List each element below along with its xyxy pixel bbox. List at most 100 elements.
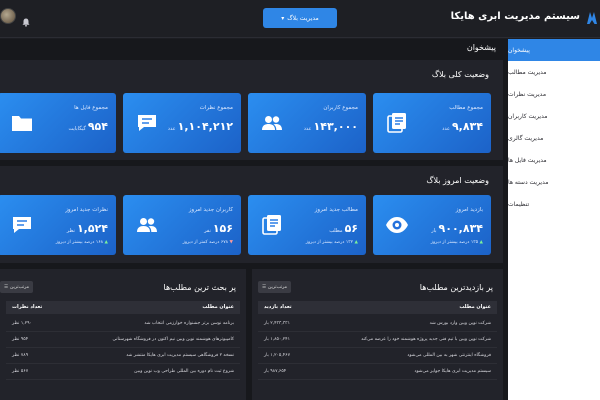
card-label: مجموع فایل ها bbox=[74, 105, 108, 111]
table-header: عنوان مطلب تعداد بازدید bbox=[258, 301, 497, 314]
card-value: ۱,۱۰۴,۲۱۲عدد bbox=[167, 120, 233, 133]
most-viewed-panel: پر بازدیدترین مطلب‌ها ☰ مرتب‌ترین عنوان … bbox=[252, 269, 503, 400]
row-count: ۲,۴۳۳,۳۳۱ بار bbox=[264, 321, 291, 326]
sidebar-item-label: تنظیمات bbox=[508, 200, 530, 208]
sidebar-item-label: مدیریت فایل ها bbox=[508, 156, 547, 164]
row-count: ۷۸۹ نظر bbox=[12, 353, 29, 358]
total-comments-card: مجموع نظرات ۱,۱۰۴,۲۱۲عدد bbox=[123, 93, 241, 153]
table-row[interactable]: شرکت نوین وبین وارد بورس شد ۲,۴۳۳,۳۳۱ با… bbox=[258, 316, 497, 332]
today-status-title: وضعیت امروز بلاگ bbox=[426, 176, 489, 185]
eye-icon bbox=[385, 213, 409, 237]
row-title: سیستم مدیریت ابری هایکا جوایز می‌شود bbox=[414, 369, 491, 374]
blog-select-label: مدیریت بلاگ bbox=[287, 14, 319, 22]
document-stack-icon bbox=[385, 111, 409, 135]
row-title: نسخه ۲ فروشگاهی سیستم مدیریت ابری هایکا … bbox=[126, 353, 234, 358]
table-header: عنوان مطلب تعداد نظرات bbox=[6, 301, 240, 314]
card-value: ۱۴۳,۰۰۰عدد bbox=[303, 120, 358, 133]
bell-icon[interactable] bbox=[22, 12, 30, 27]
sidebar-item-posts[interactable]: مدیریت مطالب bbox=[508, 61, 600, 83]
card-trend-text: ▲ ۱۶۸ درصد بیشتر از دیروز bbox=[55, 240, 108, 245]
avatar[interactable] bbox=[0, 8, 16, 24]
row-count: ۹۵۴ نظر bbox=[12, 337, 29, 342]
sidebar-item-settings[interactable]: تنظیمات bbox=[508, 193, 600, 215]
row-count: ۵۶۷ نظر bbox=[12, 369, 29, 374]
table-row[interactable]: سیستم مدیریت ابری هایکا جوایز می‌شود ۹۸۷… bbox=[258, 364, 497, 380]
row-count: ۱,۸۵۰,۲۴۱ بار bbox=[264, 337, 291, 342]
blog-select-button[interactable]: ▾ مدیریت بلاگ bbox=[263, 8, 337, 28]
sort-icon: ☰ bbox=[262, 284, 267, 290]
most-viewed-title: پر بازدیدترین مطلب‌ها bbox=[419, 283, 493, 292]
table-row[interactable]: شرکت نوین وبین با تیم فنی جدید پروژه هوش… bbox=[258, 332, 497, 348]
column-header-title: عنوان مطلب bbox=[202, 304, 234, 310]
app-title: سیستم مدیریت ابری هایکا bbox=[450, 11, 580, 22]
sidebar-item-comments[interactable]: مدیریت نظرات bbox=[508, 83, 600, 105]
row-title: برنامه نوسن برتر جشنواره خوارزمی انتخاب … bbox=[144, 321, 234, 326]
document-stack-icon bbox=[260, 213, 284, 237]
row-title: فروشگاه اینترنتی شهر به بین المللی می‌شو… bbox=[407, 353, 491, 358]
overall-status-title: وضعیت کلی بلاگ bbox=[431, 70, 489, 79]
card-label: کاربران جدید امروز bbox=[188, 207, 233, 213]
card-value: ۹۵۴گیگابایت bbox=[68, 120, 108, 133]
total-posts-card: مجموع مطالب ۹,۸۳۴عدد bbox=[373, 93, 491, 153]
sort-button[interactable]: ☰ مرتب‌ترین bbox=[258, 281, 292, 293]
trend-down-icon: ▼ bbox=[229, 240, 233, 245]
folder-icon bbox=[10, 111, 34, 135]
card-trend-text: ▲ ۱۳۲ درصد بیشتر از دیروز bbox=[305, 240, 358, 245]
sidebar-item-label: مدیریت نظرات bbox=[508, 90, 547, 98]
trend-up-icon: ▲ bbox=[479, 240, 483, 245]
card-value: ۱۵۶نفر bbox=[204, 222, 233, 235]
most-discussed-panel: پر بحث ترین مطلب‌ها ☰ مرتب‌ترین عنوان مط… bbox=[0, 269, 246, 400]
card-label: بازدید امروز bbox=[455, 207, 483, 213]
column-header-count: تعداد بازدید bbox=[264, 304, 292, 310]
sidebar-item-gallery[interactable]: مدیریت گالری bbox=[508, 127, 600, 149]
sort-button[interactable]: ☰ مرتب‌ترین bbox=[0, 281, 34, 293]
trend-up-icon: ▲ bbox=[354, 240, 358, 245]
card-value: ۹۰۰,۸۳۴بار bbox=[431, 222, 483, 235]
most-discussed-title: پر بحث ترین مطلب‌ها bbox=[163, 283, 236, 292]
table-row[interactable]: فروشگاه اینترنتی شهر به بین المللی می‌شو… bbox=[258, 348, 497, 364]
chevron-down-icon: ▾ bbox=[281, 14, 285, 22]
sidebar-item-users[interactable]: مدیریت کاربران bbox=[508, 105, 600, 127]
card-value: ۹,۸۳۴عدد bbox=[442, 120, 483, 133]
today-posts-card: مطالب جدید امروز ۵۶مطلب ▲ ۱۳۲ درصد بیشتر… bbox=[248, 195, 366, 255]
trend-up-icon: ▲ bbox=[104, 240, 108, 245]
row-title: شرکت نوین وبین وارد بورس شد bbox=[429, 321, 491, 326]
card-label: مجموع کاربران bbox=[323, 105, 358, 111]
sidebar-item-dashboard[interactable]: پیشخوان bbox=[508, 39, 600, 61]
card-label: مطالب جدید امروز bbox=[314, 207, 358, 213]
overall-status-panel: وضعیت کلی بلاگ مجموع مطالب ۹,۸۳۴عدد مجمو… bbox=[0, 60, 503, 160]
comment-icon bbox=[10, 213, 34, 237]
sidebar-item-label: مدیریت کاربران bbox=[508, 112, 548, 120]
card-value: ۵۶مطلب bbox=[329, 222, 358, 235]
card-label: نظرات جدید امروز bbox=[65, 207, 108, 213]
sort-icon: ☰ bbox=[4, 284, 9, 290]
column-header-count: تعداد نظرات bbox=[12, 304, 43, 310]
sidebar-item-label: پیشخوان bbox=[508, 46, 530, 54]
today-users-card: کاربران جدید امروز ۱۵۶نفر ▼ ۶۷۸ درصد کمت… bbox=[123, 195, 241, 255]
row-title: کامپیوترهای هوشمند نوین وبین نیم اکنون د… bbox=[112, 337, 234, 342]
top-bar: سیستم مدیریت ابری هایکا ▾ مدیریت بلاگ bbox=[0, 0, 600, 38]
card-label: مجموع مطالب bbox=[449, 105, 483, 111]
sidebar-item-label: مدیریت مطالب bbox=[508, 68, 547, 76]
users-icon bbox=[260, 111, 284, 135]
column-header-title: عنوان مطلب bbox=[459, 304, 491, 310]
sidebar-item-label: مدیریت گالری bbox=[508, 134, 544, 142]
today-status-panel: وضعیت امروز بلاگ بازدید امروز ۹۰۰,۸۳۴بار… bbox=[0, 166, 503, 263]
total-files-card: مجموع فایل ها ۹۵۴گیگابایت bbox=[0, 93, 116, 153]
sidebar-item-files[interactable]: مدیریت فایل ها bbox=[508, 149, 600, 171]
row-count: ۹۸۷,۶۵۴ بار bbox=[264, 369, 287, 374]
table-row[interactable]: کامپیوترهای هوشمند نوین وبین نیم اکنون د… bbox=[6, 332, 240, 348]
today-views-card: بازدید امروز ۹۰۰,۸۳۴بار ▲ ۱۳۵ درصد بیشتر… bbox=[373, 195, 491, 255]
sidebar: پیشخوان مدیریت مطالب مدیریت نظرات مدیریت… bbox=[508, 39, 600, 400]
page-title: پیشخوان bbox=[466, 43, 496, 52]
card-value: ۱,۵۲۴نظر bbox=[66, 222, 108, 235]
row-title: شرکت نوین وبین با تیم فنی جدید پروژه هوش… bbox=[361, 337, 491, 342]
table-row[interactable]: برنامه نوسن برتر جشنواره خوارزمی انتخاب … bbox=[6, 316, 240, 332]
main-content: پیشخوان وضعیت کلی بلاگ مجموع مطالب ۹,۸۳۴… bbox=[0, 39, 508, 400]
today-comments-card: نظرات جدید امروز ۱,۵۲۴نظر ▲ ۱۶۸ درصد بیش… bbox=[0, 195, 116, 255]
row-count: ۱,۲۹۰ نظر bbox=[12, 321, 32, 326]
sidebar-item-categories[interactable]: مدیریت دسته ها bbox=[508, 171, 600, 193]
card-trend-text: ▼ ۶۷۸ درصد کمتر از دیروز bbox=[182, 240, 233, 245]
table-row[interactable]: نسخه ۲ فروشگاهی سیستم مدیریت ابری هایکا … bbox=[6, 348, 240, 364]
table-row[interactable]: شروع ثبت نام دوره بین المللی طراحی وب نو… bbox=[6, 364, 240, 380]
